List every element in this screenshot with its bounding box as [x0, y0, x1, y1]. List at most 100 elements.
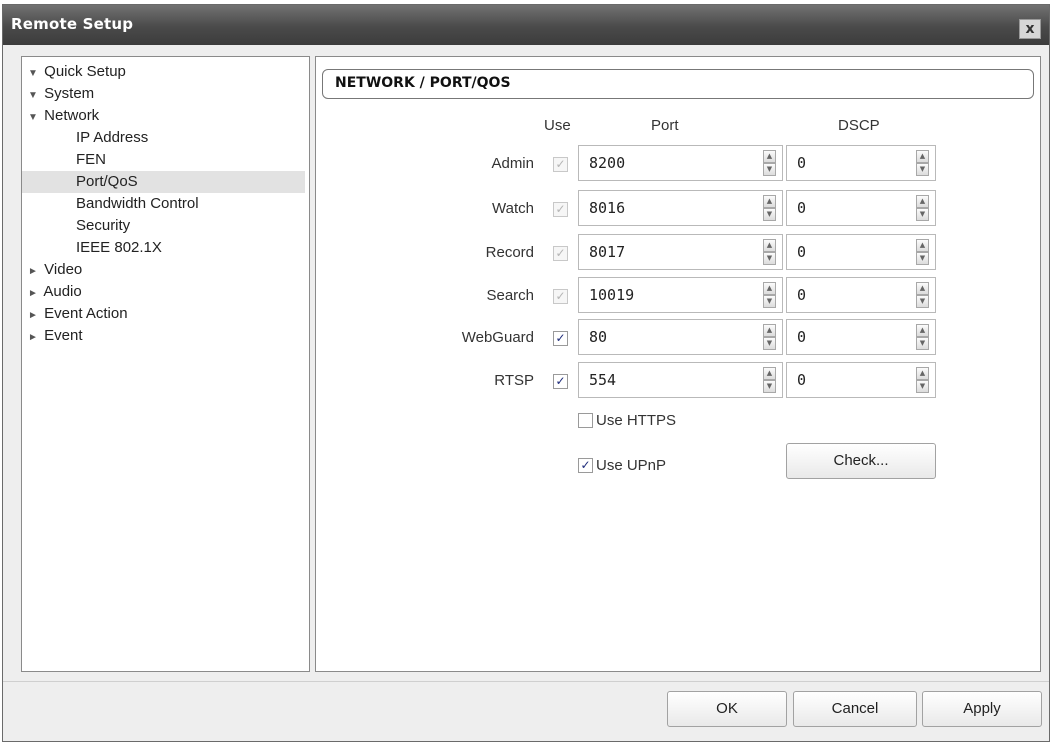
tree-item-event[interactable]: ► Event	[26, 325, 306, 347]
spin-up-icon[interactable]: ▲	[763, 150, 776, 163]
title-bar: Remote Setup x	[3, 5, 1049, 45]
use-checkbox-record[interactable]: ✓	[553, 246, 568, 261]
spin-up-icon[interactable]: ▲	[916, 195, 929, 208]
expand-arrow-icon: ▼	[28, 68, 38, 79]
tree-item-label: Network	[44, 107, 100, 124]
spin-down-icon[interactable]: ▼	[763, 337, 776, 350]
tree-item-label: Video	[44, 261, 83, 278]
use-https-checkbox[interactable]	[578, 413, 593, 428]
settings-panel: NETWORK / PORT/QOS Use Port DSCP Admin ✓…	[315, 56, 1041, 672]
tree-item-label: Bandwidth Control	[76, 195, 199, 212]
row-label-watch: Watch	[492, 200, 534, 217]
spin-up-icon[interactable]: ▲	[916, 150, 929, 163]
tree-item-ieee-8021x[interactable]: IEEE 802.1X	[76, 237, 306, 259]
spin-up-icon[interactable]: ▲	[916, 239, 929, 252]
tree-item-event-action[interactable]: ► Event Action	[26, 303, 306, 325]
port-input-rtsp[interactable]: 554 ▲ ▼	[578, 362, 783, 398]
use-checkbox-rtsp[interactable]: ✓	[553, 374, 568, 389]
spin-up-icon[interactable]: ▲	[916, 324, 929, 337]
row-label-webguard: WebGuard	[461, 329, 534, 346]
column-header-dscp: DSCP	[838, 117, 880, 134]
tree-item-port-qos[interactable]: Port/QoS	[22, 171, 305, 193]
use-checkbox-webguard[interactable]: ✓	[553, 331, 568, 346]
dscp-input-search[interactable]: 0 ▲ ▼	[786, 277, 936, 313]
tree-item-label: Port/QoS	[76, 173, 138, 190]
row-label-rtsp: RTSP	[494, 372, 534, 389]
spin-down-icon[interactable]: ▼	[916, 337, 929, 350]
port-value: 554	[589, 371, 617, 389]
spin-down-icon[interactable]: ▼	[763, 380, 776, 393]
apply-button[interactable]: Apply	[922, 691, 1042, 727]
check-upnp-button[interactable]: Check...	[786, 443, 936, 479]
tree-item-label: Event Action	[44, 305, 128, 322]
dscp-value: 0	[797, 154, 807, 172]
spin-up-icon[interactable]: ▲	[763, 324, 776, 337]
dscp-value: 0	[797, 328, 807, 346]
spin-down-icon[interactable]: ▼	[916, 208, 929, 221]
spin-down-icon[interactable]: ▼	[763, 252, 776, 265]
collapse-arrow-icon: ►	[28, 332, 38, 343]
port-input-watch[interactable]: 8016 ▲ ▼	[578, 190, 783, 226]
spin-down-icon[interactable]: ▼	[763, 208, 776, 221]
spin-up-icon[interactable]: ▲	[763, 195, 776, 208]
remote-setup-window: Remote Setup x ▼ Quick Setup ▼ System ▼ …	[2, 4, 1050, 742]
spin-down-icon[interactable]: ▼	[916, 163, 929, 176]
tree-item-ip-address[interactable]: IP Address	[76, 127, 306, 149]
spin-up-icon[interactable]: ▲	[916, 367, 929, 380]
use-checkbox-watch[interactable]: ✓	[553, 202, 568, 217]
spin-down-icon[interactable]: ▼	[916, 252, 929, 265]
dscp-input-record[interactable]: 0 ▲ ▼	[786, 234, 936, 270]
tree-item-label: IEEE 802.1X	[76, 239, 162, 256]
spin-down-icon[interactable]: ▼	[763, 163, 776, 176]
section-title: NETWORK / PORT/QOS	[335, 75, 511, 91]
tree-item-label: Audio	[43, 283, 82, 300]
tree-item-network[interactable]: ▼ Network	[26, 105, 306, 127]
port-input-record[interactable]: 8017 ▲ ▼	[578, 234, 783, 270]
expand-arrow-icon: ▼	[28, 112, 38, 123]
collapse-arrow-icon: ►	[28, 310, 38, 321]
tree-item-system[interactable]: ▼ System	[26, 83, 306, 105]
tree-item-bandwidth-control[interactable]: Bandwidth Control	[76, 193, 306, 215]
tree-item-fen[interactable]: FEN	[76, 149, 306, 171]
column-header-use: Use	[544, 117, 571, 134]
tree-item-quick-setup[interactable]: ▼ Quick Setup	[26, 61, 306, 83]
spin-down-icon[interactable]: ▼	[763, 295, 776, 308]
spin-down-icon[interactable]: ▼	[916, 295, 929, 308]
port-input-webguard[interactable]: 80 ▲ ▼	[578, 319, 783, 355]
footer-divider	[3, 681, 1049, 682]
spin-down-icon[interactable]: ▼	[916, 380, 929, 393]
dscp-value: 0	[797, 243, 807, 261]
window-title: Remote Setup	[11, 15, 134, 33]
tree-item-label: Event	[44, 327, 83, 344]
tree-item-label: FEN	[76, 151, 106, 168]
use-checkbox-admin[interactable]: ✓	[553, 157, 568, 172]
ok-button[interactable]: OK	[667, 691, 787, 727]
port-value: 8017	[589, 243, 626, 261]
port-input-search[interactable]: 10019 ▲ ▼	[578, 277, 783, 313]
tree-item-label: IP Address	[76, 129, 149, 146]
spin-up-icon[interactable]: ▲	[763, 239, 776, 252]
dscp-input-admin[interactable]: 0 ▲ ▼	[786, 145, 936, 181]
use-upnp-checkbox[interactable]: ✓	[578, 458, 593, 473]
spin-up-icon[interactable]: ▲	[763, 282, 776, 295]
close-button[interactable]: x	[1019, 19, 1041, 39]
port-value: 10019	[589, 286, 635, 304]
section-header: NETWORK / PORT/QOS	[322, 69, 1034, 99]
spin-up-icon[interactable]: ▲	[763, 367, 776, 380]
dscp-input-watch[interactable]: 0 ▲ ▼	[786, 190, 936, 226]
setup-tree: ▼ Quick Setup ▼ System ▼ Network IP Addr…	[21, 56, 310, 672]
dscp-value: 0	[797, 286, 807, 304]
cancel-button[interactable]: Cancel	[793, 691, 917, 727]
tree-item-video[interactable]: ► Video	[26, 259, 306, 281]
collapse-arrow-icon: ►	[28, 266, 38, 277]
dscp-input-webguard[interactable]: 0 ▲ ▼	[786, 319, 936, 355]
dscp-value: 0	[797, 371, 807, 389]
tree-item-security[interactable]: Security	[76, 215, 306, 237]
tree-item-audio[interactable]: ► Audio	[26, 281, 306, 303]
use-checkbox-search[interactable]: ✓	[553, 289, 568, 304]
use-upnp-label: Use UPnP	[596, 457, 667, 474]
port-input-admin[interactable]: 8200 ▲ ▼	[578, 145, 783, 181]
dscp-input-rtsp[interactable]: 0 ▲ ▼	[786, 362, 936, 398]
row-label-search: Search	[486, 287, 534, 304]
spin-up-icon[interactable]: ▲	[916, 282, 929, 295]
